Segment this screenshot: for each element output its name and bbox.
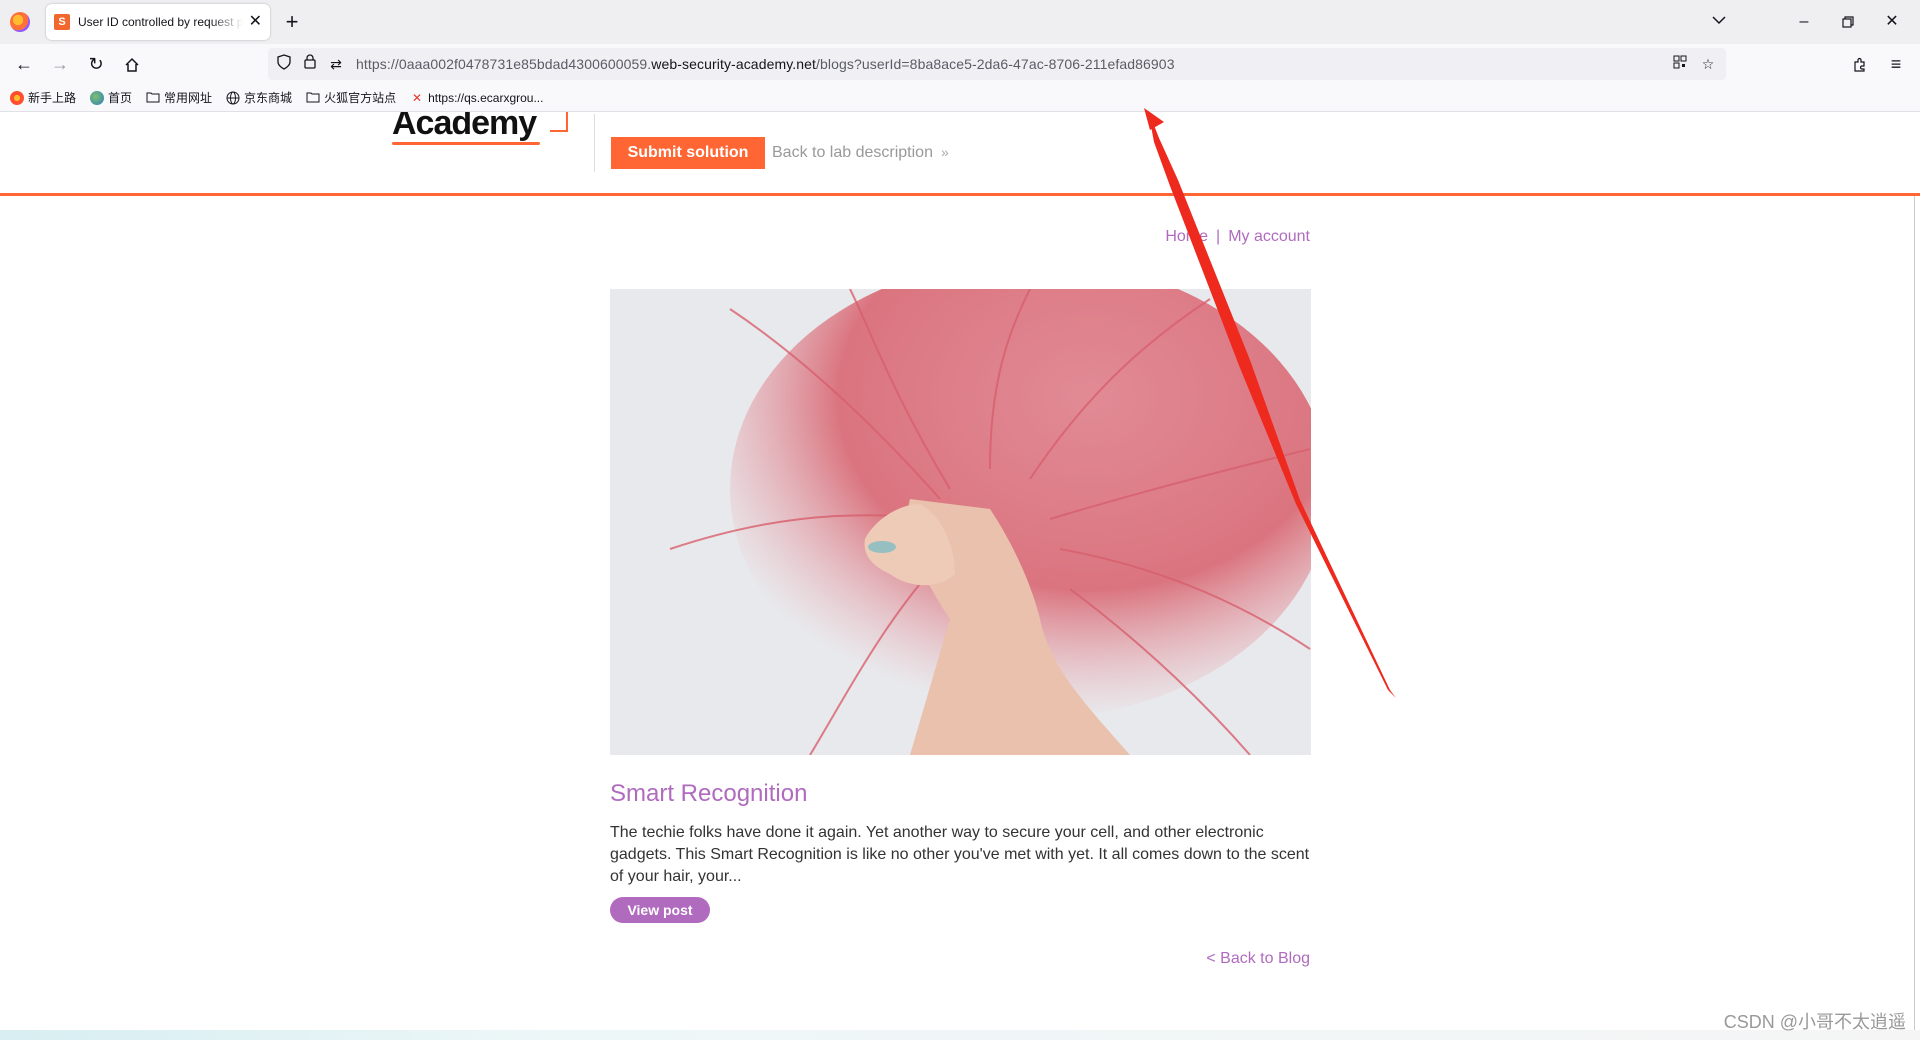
extensions-icon[interactable] (1848, 52, 1872, 76)
folder-icon (146, 91, 160, 105)
view-post-button[interactable]: View post (610, 897, 710, 923)
lab-link-label: Back to lab description (772, 144, 933, 161)
bookmark-item[interactable]: 常用网址 (146, 89, 212, 106)
top-nav-links: Home | My account (1165, 228, 1310, 246)
bookmark-label: 新手上路 (28, 91, 77, 105)
bookmark-star-icon[interactable]: ☆ (1698, 54, 1718, 74)
logo-underline (392, 142, 540, 145)
folder-icon (306, 91, 320, 105)
browser-tab-active[interactable]: S User ID controlled by request paramete… (46, 4, 270, 40)
permissions-icon[interactable]: ⇄ (326, 54, 346, 74)
url-path: /blogs?userId=8ba8ace5-2da6-47ac-8706-21… (816, 56, 1175, 72)
bookmark-label: 京东商城 (244, 91, 293, 105)
logo-text: Academy (392, 112, 537, 142)
page-scrollbar[interactable] (1914, 196, 1920, 1040)
address-bar[interactable]: ⇄ https://0aaa002f0478731e85bdad43006000… (268, 48, 1726, 80)
back-to-blog-link[interactable]: < Back to Blog (1206, 950, 1310, 968)
app-menu-icon[interactable]: ≡ (1884, 52, 1908, 76)
post-excerpt: The techie folks have done it again. Yet… (610, 824, 1310, 885)
nav-separator: | (1216, 228, 1221, 245)
csdn-watermark: CSDN @小哥不太逍遥 (1723, 1012, 1906, 1032)
url-prefix: https://0aaa002f0478731e85bdad4300600059… (356, 56, 652, 72)
globe-color-icon (90, 90, 105, 105)
browser-nav-bar: ← → ↻ ⇄ https://0aaa002f0478731e85bdad43… (0, 44, 1920, 84)
qr-code-icon[interactable] (1670, 54, 1690, 74)
tab-close-icon[interactable]: ✕ (249, 14, 262, 30)
page-viewport: Academy Submit solution Back to lab desc… (0, 112, 1920, 1040)
close-window-icon[interactable]: ✕ (1870, 6, 1914, 38)
bookmark-label: 火狐官方站点 (324, 91, 397, 105)
x-icon: ✕ (412, 90, 423, 105)
header-divider (594, 114, 595, 172)
bookmark-label: 首页 (108, 91, 133, 105)
globe-icon (226, 91, 240, 105)
list-all-tabs-icon[interactable] (1712, 12, 1726, 28)
academy-logo[interactable]: Academy (392, 112, 568, 145)
restore-icon[interactable] (1826, 6, 1870, 38)
double-chevron-right-icon: » (940, 144, 949, 160)
tab-title: User ID controlled by request parameter (78, 15, 243, 29)
bookmark-item[interactable]: 首页 (90, 89, 132, 106)
my-account-link[interactable]: My account (1228, 228, 1310, 245)
bookmark-label: https://qs.ecarxgrou... (428, 90, 544, 105)
firefox-icon (10, 90, 24, 105)
logo-mark-icon (550, 112, 568, 132)
back-to-lab-link[interactable]: Back to lab description » (772, 144, 949, 162)
bookmarks-toolbar: 新手上路 首页 常用网址 京东商城 火狐官方站点 ✕ https://qs.ec… (0, 84, 1920, 112)
home-icon[interactable] (120, 52, 144, 76)
tracking-shield-icon[interactable] (274, 54, 294, 74)
forward-icon[interactable]: → (48, 52, 72, 76)
browser-tab-bar: S User ID controlled by request paramete… (0, 0, 1920, 44)
footer-band (0, 1030, 1920, 1040)
bookmark-item[interactable]: 新手上路 (10, 89, 76, 106)
home-link[interactable]: Home (1165, 228, 1208, 245)
url-host: web-security-academy.net (651, 56, 817, 72)
post-title[interactable]: Smart Recognition (610, 780, 807, 808)
bookmark-item[interactable]: ✕ https://qs.ecarxgrou... (410, 91, 543, 105)
url-text[interactable]: https://0aaa002f0478731e85bdad4300600059… (356, 56, 1175, 72)
back-icon[interactable]: ← (12, 52, 36, 76)
header-rule (0, 193, 1920, 196)
post-image[interactable] (610, 289, 1311, 755)
new-tab-icon[interactable]: + (280, 8, 304, 36)
tab-favicon-icon: S (54, 14, 70, 30)
lock-icon[interactable] (300, 54, 320, 74)
hair-portrait-illustration (610, 289, 1311, 755)
bookmark-item[interactable]: 京东商城 (226, 89, 292, 106)
bookmark-item[interactable]: 火狐官方站点 (306, 89, 396, 106)
reload-icon[interactable]: ↻ (84, 52, 108, 76)
bookmark-label: 常用网址 (164, 91, 213, 105)
firefox-menu-icon[interactable] (10, 12, 30, 32)
minimize-icon[interactable]: – (1782, 6, 1826, 38)
submit-solution-button[interactable]: Submit solution (611, 137, 765, 169)
